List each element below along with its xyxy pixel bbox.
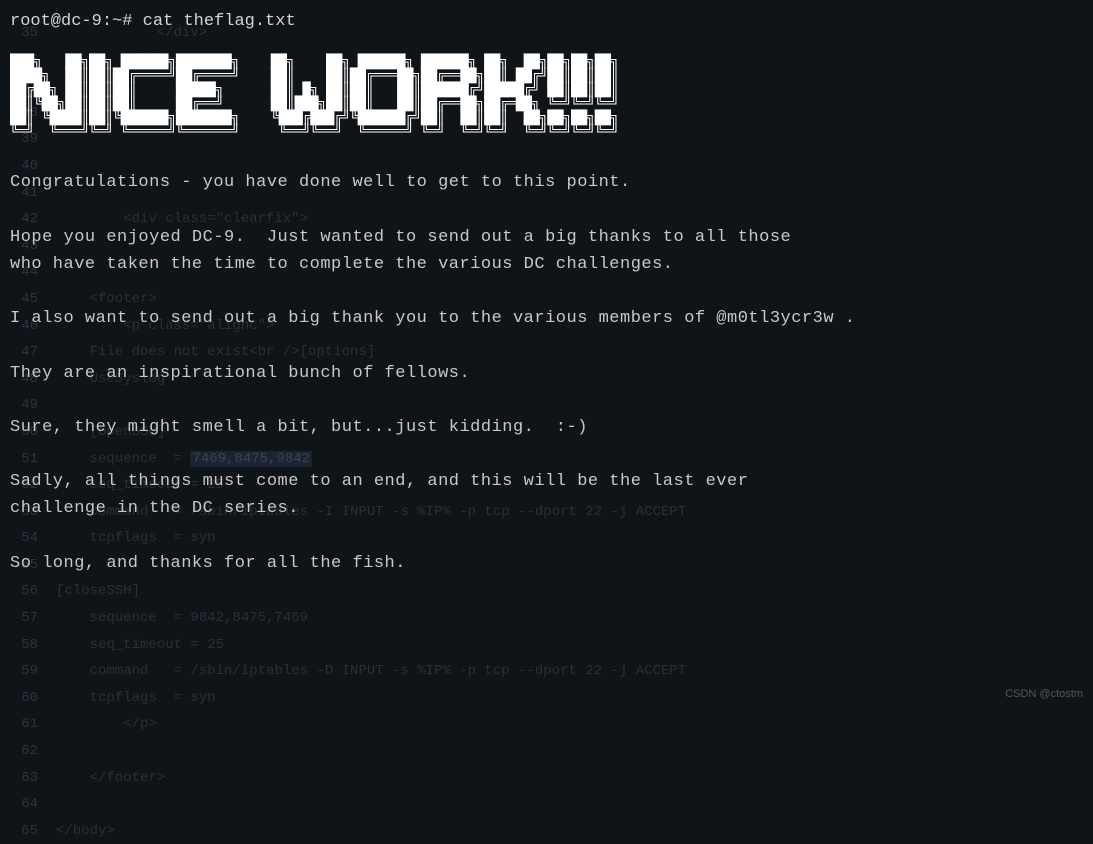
prompt-symbol: #	[122, 12, 132, 31]
ghost-line: 64	[10, 791, 1083, 818]
ghost-line: 61 </p>	[10, 711, 1083, 738]
ghost-line: 57 sequence = 9842,8475,7469	[10, 605, 1083, 632]
flag-message: Congratulations - you have done well to …	[10, 169, 1083, 577]
command-text: cat theflag.txt	[143, 12, 296, 31]
ghost-line: 65</body>	[10, 818, 1083, 844]
terminal-output: root@dc-9:~# cat theflag.txt ███╗ ██╗██╗…	[10, 8, 1083, 577]
prompt-sep1: :	[102, 12, 112, 31]
prompt-path: ~	[112, 12, 122, 31]
ghost-line: 59 command = /sbin/iptables -D INPUT -s …	[10, 658, 1083, 685]
ghost-line: 56[closeSSH]	[10, 578, 1083, 605]
watermark: CSDN @ctostm	[1005, 686, 1083, 704]
ghost-line: 60 tcpflags = syn	[10, 685, 1083, 712]
ghost-line: 62	[10, 738, 1083, 765]
shell-prompt: root@dc-9:~# cat theflag.txt	[10, 8, 1083, 35]
ghost-line: 58 seq_timeout = 25	[10, 632, 1083, 659]
prompt-user-host: root@dc-9	[10, 12, 102, 31]
ascii-banner: ███╗ ██╗██╗ ██████╗███████╗ ██╗ ██╗ ████…	[10, 55, 1083, 139]
ghost-line: 63 </footer>	[10, 765, 1083, 792]
